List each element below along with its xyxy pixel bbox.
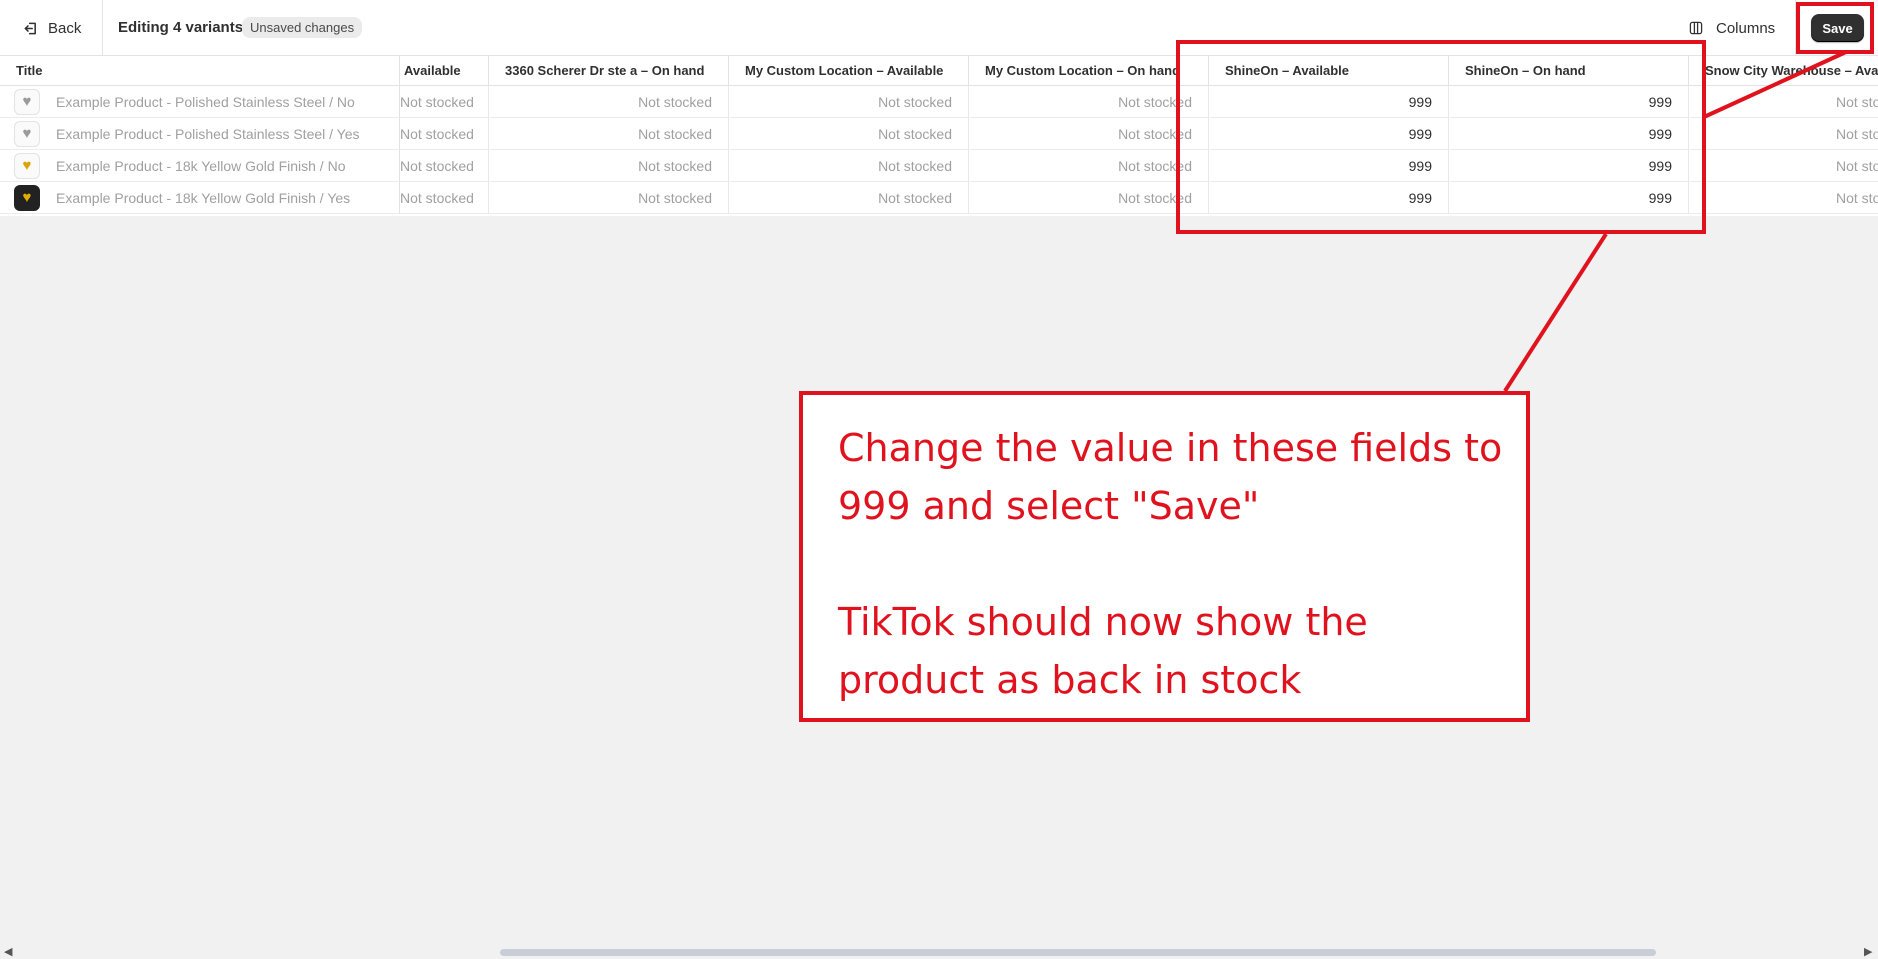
cell-custom-on-hand[interactable]: Not stocked xyxy=(969,182,1209,214)
cell-custom-on-hand[interactable]: Not stocked xyxy=(969,150,1209,182)
cell-custom-on-hand[interactable]: Not stocked xyxy=(969,86,1209,118)
table-row[interactable]: ♥ Example Product - 18k Yellow Gold Fini… xyxy=(0,182,400,214)
exit-arrow-icon xyxy=(24,22,36,34)
cell-snow-city-available[interactable]: Not sto xyxy=(1689,182,1878,214)
cell-scherer-on-hand[interactable]: Not stocked xyxy=(489,118,729,150)
cell-custom-available[interactable]: Not stocked xyxy=(729,182,969,214)
cell-snow-city-available[interactable]: Not sto xyxy=(1689,118,1878,150)
header-custom-available[interactable]: My Custom Location – Available xyxy=(729,56,969,86)
columns-label: Columns xyxy=(1716,19,1776,37)
page-title: Editing 4 variants xyxy=(118,19,244,36)
table-row[interactable]: ♥ Example Product - Polished Stainless S… xyxy=(0,86,400,118)
scroll-thumb[interactable] xyxy=(500,949,1656,956)
variant-title: Example Product - Polished Stainless Ste… xyxy=(56,93,355,110)
header-custom-on-hand[interactable]: My Custom Location – On hand xyxy=(969,56,1209,86)
variant-title: Example Product - 18k Yellow Gold Finish… xyxy=(56,157,346,174)
table-row[interactable]: ♥ Example Product - Polished Stainless S… xyxy=(0,118,400,150)
pendant-icon: ♥ xyxy=(14,152,40,179)
horizontal-scrollbar[interactable]: ◀ ▶ xyxy=(0,942,1878,959)
cell-available[interactable]: Not stocked xyxy=(400,182,489,214)
scroll-right-icon[interactable]: ▶ xyxy=(1864,945,1872,958)
callout-line: Change the value in these fields to xyxy=(838,426,1503,470)
variant-title: Example Product - 18k Yellow Gold Finish… xyxy=(56,189,351,206)
pendant-icon: ♥ xyxy=(14,120,40,147)
cell-custom-available[interactable]: Not stocked xyxy=(729,86,969,118)
columns-button[interactable]: Columns xyxy=(1684,14,1788,42)
callout-line: product as back in stock xyxy=(838,658,1302,702)
callout-line: 999 and select "Save" xyxy=(838,484,1260,528)
cell-custom-available[interactable]: Not stocked xyxy=(729,150,969,182)
cell-scherer-on-hand[interactable]: Not stocked xyxy=(489,150,729,182)
variant-title: Example Product - Polished Stainless Ste… xyxy=(56,125,360,142)
back-button[interactable]: Back xyxy=(10,10,92,46)
cell-custom-on-hand[interactable]: Not stocked xyxy=(969,118,1209,150)
header-title[interactable]: Title xyxy=(0,56,400,86)
cell-available[interactable]: Not stocked xyxy=(400,118,489,150)
scroll-left-icon[interactable]: ◀ xyxy=(4,945,12,958)
pendant-icon: ♥ xyxy=(14,184,40,211)
cell-scherer-on-hand[interactable]: Not stocked xyxy=(489,86,729,118)
save-highlight-box xyxy=(1796,2,1874,54)
fields-highlight-box xyxy=(1176,40,1706,234)
divider xyxy=(102,0,103,55)
header-available[interactable]: Available xyxy=(400,56,489,86)
cell-snow-city-available[interactable]: Not sto xyxy=(1689,150,1878,182)
pendant-icon: ♥ xyxy=(14,88,40,115)
cell-scherer-on-hand[interactable]: Not stocked xyxy=(489,182,729,214)
back-label: Back xyxy=(48,19,82,37)
callout-line: TikTok should now show the xyxy=(838,600,1368,644)
header-scherer-on-hand[interactable]: 3360 Scherer Dr ste a – On hand xyxy=(489,56,729,86)
cell-snow-city-available[interactable]: Not sto xyxy=(1689,86,1878,118)
table-row[interactable]: ♥ Example Product - 18k Yellow Gold Fini… xyxy=(0,150,400,182)
columns-icon xyxy=(1689,21,1703,35)
cell-available[interactable]: Not stocked xyxy=(400,150,489,182)
cell-available[interactable]: Not stocked xyxy=(400,86,489,118)
instruction-callout: Change the value in these fields to 999 … xyxy=(799,391,1530,722)
cell-custom-available[interactable]: Not stocked xyxy=(729,118,969,150)
unsaved-changes-badge: Unsaved changes xyxy=(242,17,363,38)
header-snow-city-available[interactable]: Snow City Warehouse – Availa xyxy=(1689,56,1878,86)
